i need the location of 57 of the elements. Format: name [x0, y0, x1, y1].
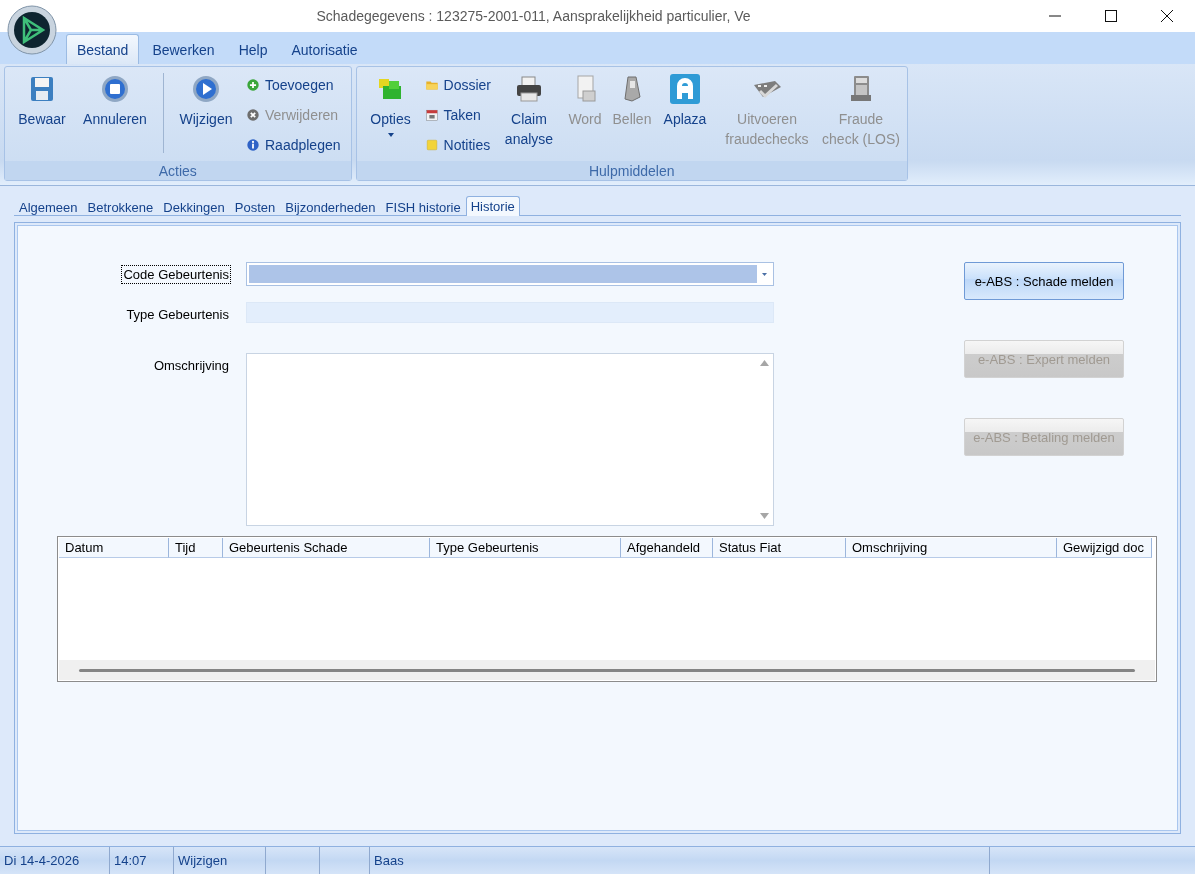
calendar-icon	[424, 108, 439, 122]
action-button[interactable]: e-ABS : Schade melden	[964, 262, 1124, 300]
tab[interactable]: Historie	[465, 196, 520, 216]
group-title: Acties	[5, 161, 351, 180]
ribbon-button[interactable]: Wijzigen	[172, 71, 240, 161]
ribbon-button[interactable]: Notities	[420, 131, 495, 159]
field-label: Code Gebeurtenis	[122, 266, 230, 283]
ribbon-button[interactable]: Annuleren	[75, 71, 155, 161]
plus-circle-icon	[246, 78, 260, 92]
tab[interactable]: Bijzonderheden	[280, 198, 381, 215]
stop-circle-icon	[99, 73, 131, 105]
text-area[interactable]	[246, 353, 774, 526]
cross-circle-icon	[246, 108, 260, 122]
column-header[interactable]: Type Gebeurtenis	[430, 538, 621, 558]
ribbon-button[interactable]: Claim analyse	[497, 71, 561, 161]
app-logo-icon	[669, 73, 701, 105]
tab[interactable]: Dekkingen	[158, 198, 230, 215]
ribbon-button[interactable]: Taken	[420, 101, 495, 129]
status-text: Baas	[374, 853, 404, 868]
tab[interactable]: Betrokkene	[82, 198, 159, 215]
status-text: Wijzigen	[178, 853, 228, 868]
down-arrow-icon	[760, 513, 769, 519]
ribbon-button[interactable]: Toevoegen	[242, 71, 345, 99]
ribbon-button[interactable]: Dossier	[420, 71, 495, 99]
column-header[interactable]: Tijd	[169, 538, 223, 558]
column-header[interactable]: Gebeurtenis Schade	[223, 538, 430, 558]
column-header[interactable]: Omschrijving	[846, 538, 1057, 558]
dropdown-field[interactable]	[246, 262, 774, 286]
close-icon	[1161, 10, 1173, 22]
ribbon-tab[interactable]: Bestand	[66, 34, 140, 64]
field-label: Omschrijving	[152, 357, 230, 374]
status-text: 14:07	[114, 853, 147, 868]
maximize-icon	[1105, 10, 1117, 22]
column-header[interactable]: Status Fiat	[713, 538, 846, 558]
ribbon-tab[interactable]: Help	[227, 34, 279, 64]
ribbon-tab[interactable]: Autorisatie	[280, 34, 369, 64]
ribbon-button[interactable]: Opties	[362, 71, 419, 161]
scroll-bar[interactable]	[59, 660, 1155, 680]
ribbon-button[interactable]: Bewaar	[11, 71, 73, 161]
window-title: Schadegegevens : 123275-2001-011, Aansprakelijkheid particulier, Ve	[315, 8, 752, 24]
play-circle-icon	[190, 73, 222, 105]
group-title: Hulpmiddelen	[356, 161, 907, 180]
column-header[interactable]: Gewijzigd doc	[1057, 538, 1152, 558]
ribbon-button[interactable]: Raadplegen	[242, 131, 345, 159]
tab[interactable]: FISH historie	[380, 198, 466, 215]
tab[interactable]: Algemeen	[14, 198, 83, 215]
up-arrow-icon	[760, 360, 769, 366]
ribbon-button[interactable]: Aplaza	[657, 71, 713, 161]
column-header[interactable]: Datum	[59, 538, 169, 558]
tab[interactable]: Posten	[229, 198, 281, 215]
ribbon-tab[interactable]: Bewerken	[141, 34, 226, 64]
field-label: Type Gebeurtenis	[125, 306, 230, 323]
column-header[interactable]: Afgehandeld	[621, 538, 713, 558]
info-circle-icon	[246, 138, 260, 152]
caret-icon	[761, 272, 767, 276]
note-icon	[424, 138, 439, 152]
status-text: Di 14-4-2026	[4, 853, 80, 868]
